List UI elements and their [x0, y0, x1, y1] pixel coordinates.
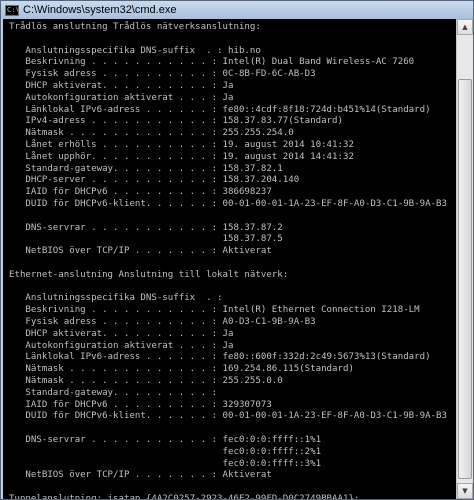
cmd-window: C:\ C:\Windows\system32\cmd.exe Trådlös … — [0, 0, 474, 500]
console-line: DNS-servrar . . . . . . . . . . . : fec0… — [9, 435, 322, 445]
console-line: Ethernet-anslutning Anslutning till loka… — [9, 269, 289, 280]
console-line: 158.37.87.5 — [9, 234, 283, 245]
console-line: Standard-gateway. . . . . . . . . : — [9, 387, 218, 398]
console-line: DHCP aktiverat. . . . . . . . . . : Ja — [9, 81, 234, 91]
console-line: DHCP-server . . . . . . . . . . . : 158.… — [9, 175, 300, 186]
scroll-up-arrow-icon[interactable]: ▲ — [457, 19, 473, 35]
console-line: Tunnelanslutning: isatap.{4A2C0257-2923-… — [9, 494, 360, 499]
console-line: Lånet upphör. . . . . . . . . . . : 19. … — [9, 151, 354, 162]
console-line: Autokonfiguration aktiverat . . . : Ja — [9, 340, 234, 351]
console-line: fec0:0:0:ffff::2%1 — [9, 446, 322, 457]
console-line: IAID för DHCPv6 . . . . . . . . . : 3293… — [9, 399, 272, 410]
console-line: IAID för DHCPv6 . . . . . . . . . : 3866… — [9, 187, 272, 198]
console-line: Anslutningsspecifika DNS-suffix . : — [9, 293, 223, 304]
console-line: Standard-gateway. . . . . . . . . : 158.… — [9, 163, 283, 174]
console-line: Beskrivning . . . . . . . . . . . : Inte… — [9, 305, 420, 316]
console-line: Lånet erhölls . . . . . . . . . . : 19. … — [9, 140, 354, 150]
console-line: DNS-servrar . . . . . . . . . . . : 158.… — [9, 222, 283, 233]
console-line: NetBIOS över TCP/IP . . . . . . . : Akti… — [9, 470, 272, 481]
console-line: Nätmask . . . . . . . . . . . . . : 255.… — [9, 128, 294, 139]
console-line: Länklokal IPv6-adress . . . . . . : fe80… — [9, 352, 431, 363]
console-line: Autokonfiguration aktiverat . . . : Ja — [9, 92, 234, 103]
console-line: DUID för DHCPv6-klient. . . . . . : 00-0… — [9, 199, 447, 209]
console-line: IPv4-adress . . . . . . . . . . . : 158.… — [9, 116, 343, 127]
console-line: DHCP aktiverat. . . . . . . . . . : Ja — [9, 328, 234, 339]
console-output[interactable]: Trådlös anslutning Trådlös nätverksanslu… — [3, 19, 456, 499]
console-line: Nätmask . . . . . . . . . . . . . : 255.… — [9, 376, 283, 386]
scroll-down-arrow-icon[interactable]: ▼ — [457, 483, 473, 499]
console-line: Fysisk adress . . . . . . . . . . : A0-D… — [9, 317, 316, 327]
console-line: Beskrivning . . . . . . . . . . . : Inte… — [9, 57, 415, 68]
cmd-app-icon: C:\ — [5, 4, 19, 16]
vertical-scrollbar[interactable]: ▲ ▼ — [456, 19, 473, 499]
title-bar[interactable]: C:\ C:\Windows\system32\cmd.exe — [1, 1, 473, 19]
console-line: Trådlös anslutning Trådlös nätverksanslu… — [9, 22, 261, 32]
console-line: fec0:0:0:ffff::3%1 — [9, 458, 322, 469]
console-line: Fysisk adress . . . . . . . . . . : 0C-8… — [9, 69, 316, 80]
console-line: NetBIOS över TCP/IP . . . . . . . : Akti… — [9, 246, 272, 257]
console-line: Nätmask . . . . . . . . . . . . . : 169.… — [9, 364, 354, 375]
window-title: C:\Windows\system32\cmd.exe — [23, 4, 177, 16]
console-line: Anslutningsspecifika DNS-suffix . : hib.… — [9, 45, 261, 56]
console-line: Länklokal IPv6-adress . . . . . . : fe80… — [9, 104, 431, 115]
console-line: DUID för DHCPv6-klient. . . . . . : 00-0… — [9, 411, 447, 422]
scrollbar-thumb[interactable] — [458, 79, 472, 479]
